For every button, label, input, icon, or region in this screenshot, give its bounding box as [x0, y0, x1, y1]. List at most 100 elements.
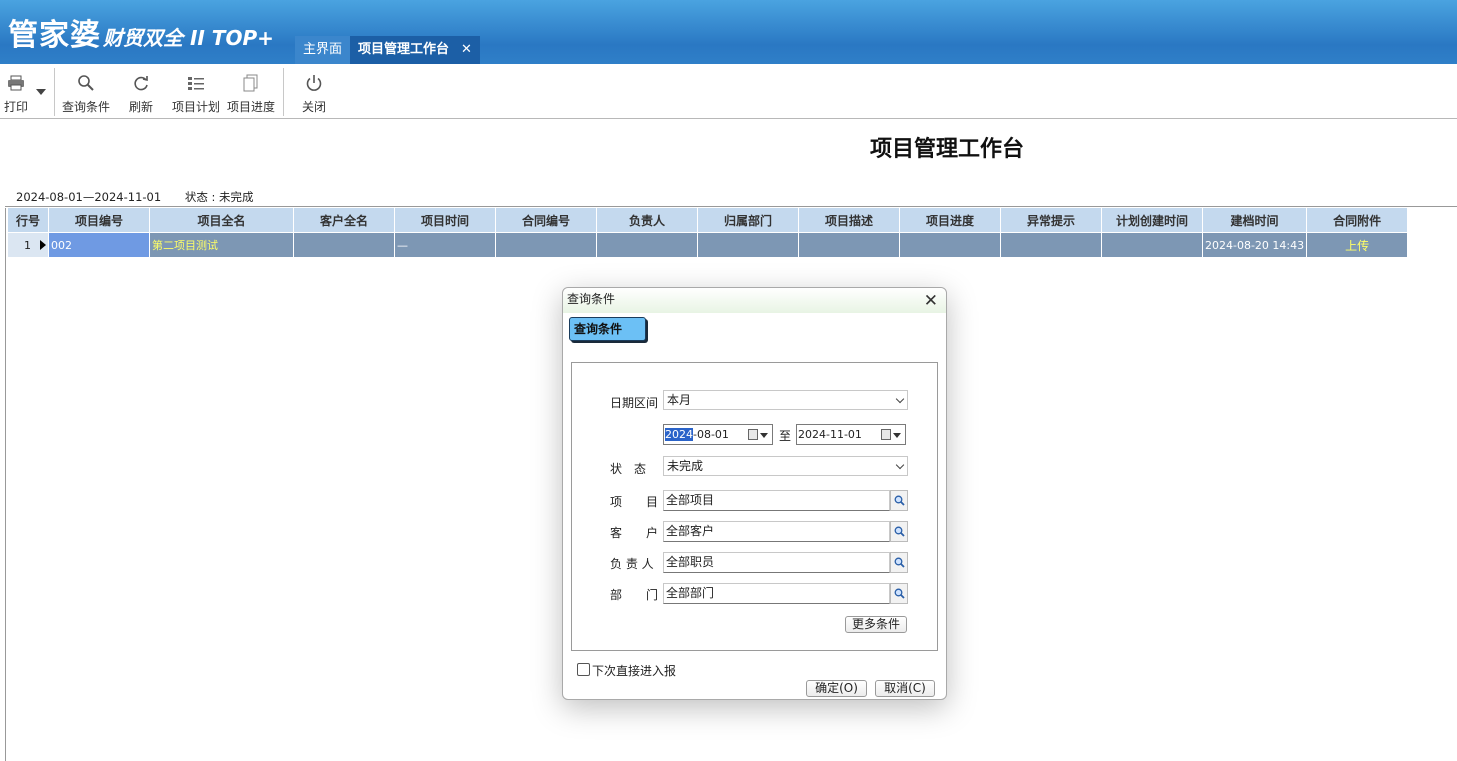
ok-button[interactable]: 确定(O): [806, 680, 867, 697]
close-icon[interactable]: ✕: [924, 290, 938, 313]
date-to-picker[interactable]: 2024-11-01: [796, 424, 906, 445]
status-value: 未完成: [667, 459, 704, 473]
project-search-button[interactable]: [890, 490, 908, 511]
tab-project-label: 项目管理工作台: [358, 42, 450, 57]
date-from-picker[interactable]: 2024-08-01: [663, 424, 773, 445]
date-to-value: 2024-11-01: [798, 428, 862, 441]
search-icon: [894, 588, 905, 599]
logo-brand: 管家婆: [8, 18, 101, 53]
print-dropdown-icon[interactable]: [36, 84, 46, 98]
tab-query-conditions[interactable]: 查询条件: [569, 317, 646, 341]
cell-created-time[interactable]: 2024-08-20 14:43: [1201, 232, 1308, 258]
department-search-button[interactable]: [890, 583, 908, 604]
project-input[interactable]: 全部项目: [663, 490, 890, 511]
cell-progress[interactable]: [899, 232, 1001, 258]
column-header[interactable]: 项目时间: [394, 207, 496, 233]
date-from-rest: -08-01: [693, 428, 729, 441]
table-row[interactable]: 1 002 第二项目测试 — 2024-08-20 14:43 上传: [7, 232, 1409, 258]
column-header[interactable]: 客户全名: [293, 207, 395, 233]
logo-edition: 财贸双全 II TOP+: [103, 26, 274, 50]
date-range-value: 本月: [667, 393, 692, 407]
plan-label: 项目计划: [172, 100, 221, 114]
cell-plan-created[interactable]: [1101, 232, 1203, 258]
status-select[interactable]: 未完成: [663, 456, 908, 476]
cell-project-time[interactable]: —: [394, 232, 496, 258]
column-header[interactable]: 合同编号: [495, 207, 597, 233]
project-label: 项 目: [610, 495, 659, 509]
column-header[interactable]: 建档时间: [1201, 207, 1308, 233]
cancel-button[interactable]: 取消(C): [875, 680, 935, 697]
column-header[interactable]: 计划创建时间: [1101, 207, 1203, 233]
close-label: 关闭: [302, 100, 327, 114]
customer-input[interactable]: 全部客户: [663, 521, 890, 542]
query-label: 查询条件: [62, 100, 111, 114]
cell-description[interactable]: [798, 232, 900, 258]
cell-project-name[interactable]: 第二项目测试: [149, 232, 294, 258]
row-number-cell[interactable]: 1: [7, 232, 49, 258]
tab-bar: 主界面 项目管理工作台 ✕: [295, 36, 480, 64]
dialog-titlebar: 查询条件 ✕: [563, 288, 946, 313]
row-number: 1: [24, 238, 31, 252]
column-header[interactable]: 合同附件: [1306, 207, 1409, 233]
tab-close-icon[interactable]: ✕: [461, 42, 472, 57]
skip-dialog-checkbox[interactable]: [577, 663, 590, 676]
customer-search-button[interactable]: [890, 521, 908, 542]
cell-project-code[interactable]: 002: [48, 232, 150, 258]
owner-label: 负 责 人: [610, 557, 654, 571]
department-input[interactable]: 全部部门: [663, 583, 890, 604]
upload-attachment-link[interactable]: 上传: [1306, 232, 1409, 258]
search-icon: [894, 557, 905, 568]
conditions-panel: 日期区间 本月 2024-08-01 至 2024-11-01 状 态 未完成 …: [571, 362, 938, 651]
cell-contract-no[interactable]: [495, 232, 597, 258]
tab-project-workbench[interactable]: 项目管理工作台 ✕: [350, 36, 480, 64]
cell-department[interactable]: [697, 232, 799, 258]
calendar-icon: [881, 429, 891, 440]
chevron-down-icon: [895, 394, 905, 404]
tab-home[interactable]: 主界面: [295, 36, 351, 64]
tab-home-label: 主界面: [303, 42, 343, 57]
column-header[interactable]: 项目进度: [899, 207, 1001, 233]
refresh-button[interactable]: 刷新: [129, 72, 153, 115]
owner-input[interactable]: 全部职员: [663, 552, 890, 573]
dropdown-arrow-icon: [893, 433, 901, 438]
column-header[interactable]: 项目全名: [149, 207, 294, 233]
date-range-text: 2024-08-01—2024-11-01: [16, 190, 162, 204]
power-icon: [303, 72, 325, 94]
project-progress-button[interactable]: 项目进度: [227, 72, 275, 115]
current-row-arrow-icon: [40, 240, 46, 250]
column-header[interactable]: 异常提示: [1000, 207, 1102, 233]
column-header[interactable]: 归属部门: [697, 207, 799, 233]
cell-owner[interactable]: [596, 232, 698, 258]
filter-summary: 2024-08-01—2024-11-01 状态 : 未完成: [16, 189, 274, 205]
cell-customer[interactable]: [293, 232, 395, 258]
project-plan-button[interactable]: 项目计划: [172, 72, 220, 115]
column-header[interactable]: 项目描述: [798, 207, 900, 233]
printer-icon: [5, 72, 27, 94]
owner-search-button[interactable]: [890, 552, 908, 573]
documents-icon: [240, 72, 262, 94]
dropdown-arrow-icon: [760, 433, 768, 438]
chevron-down-icon: [895, 460, 905, 470]
search-icon: [894, 495, 905, 506]
app-logo: 管家婆 财贸双全 II TOP+: [8, 10, 274, 54]
column-header[interactable]: 行号: [7, 207, 49, 233]
column-header[interactable]: 负责人: [596, 207, 698, 233]
date-range-select[interactable]: 本月: [663, 390, 908, 410]
more-conditions-button[interactable]: 更多条件: [845, 616, 907, 633]
grid-border-left: [5, 208, 6, 761]
print-label: 打印: [4, 100, 29, 114]
list-icon: [185, 72, 207, 94]
refresh-label: 刷新: [129, 100, 154, 114]
search-icon: [894, 526, 905, 537]
progress-label: 项目进度: [227, 100, 276, 114]
project-table: 行号 项目编号 项目全名 客户全名 项目时间 合同编号 负责人 归属部门 项目描…: [7, 207, 1409, 258]
print-button[interactable]: 打印: [4, 72, 28, 115]
query-conditions-button[interactable]: 查询条件: [62, 72, 110, 115]
close-button[interactable]: 关闭: [302, 72, 326, 115]
to-label: 至: [779, 429, 792, 443]
status-label: 状 态: [610, 462, 647, 476]
refresh-icon: [130, 72, 152, 94]
cell-warning[interactable]: [1000, 232, 1102, 258]
column-header[interactable]: 项目编号: [48, 207, 150, 233]
table-header-row: 行号 项目编号 项目全名 客户全名 项目时间 合同编号 负责人 归属部门 项目描…: [7, 207, 1409, 233]
